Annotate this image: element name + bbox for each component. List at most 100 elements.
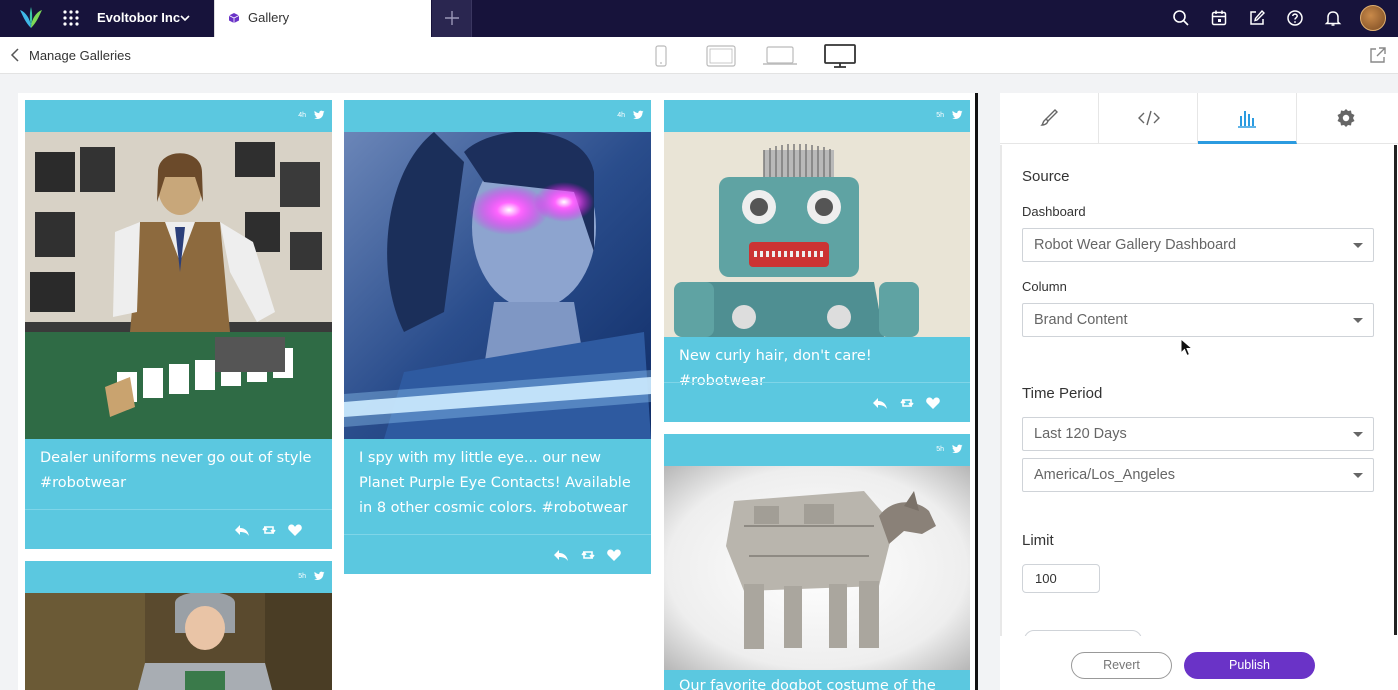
caret-down-icon	[1353, 243, 1363, 248]
tab-style[interactable]	[1000, 93, 1099, 144]
gallery-editor-header: Manage Galleries	[0, 37, 1398, 74]
tab-embed-code[interactable]	[1099, 93, 1198, 144]
retweet-icon[interactable]	[261, 522, 277, 538]
reply-icon[interactable]	[872, 395, 888, 411]
revert-button[interactable]: Revert	[1071, 652, 1172, 679]
card-image-dogbot[interactable]	[664, 466, 970, 670]
like-heart-icon[interactable]	[287, 522, 303, 538]
calendar-icon[interactable]	[1210, 9, 1228, 27]
like-heart-icon[interactable]	[925, 395, 941, 411]
avatar[interactable]	[1360, 5, 1386, 31]
card-header: 4h	[25, 100, 332, 132]
post-text: New curly hair, don't care! #robotwear	[679, 348, 872, 389]
caret-down-icon	[1353, 432, 1363, 437]
dashboard-select[interactable]: Robot Wear Gallery Dashboard	[1022, 228, 1374, 262]
logo-icon[interactable]	[18, 6, 44, 30]
card-header: 5h	[25, 561, 332, 593]
brush-icon	[1040, 109, 1058, 126]
card-header: 4h	[344, 100, 651, 132]
gallery-card[interactable]: 4h	[344, 100, 651, 574]
time-period-value: Last 120 Days	[1034, 426, 1127, 442]
canvas-edge-divider	[975, 93, 978, 690]
manage-galleries-link[interactable]: Manage Galleries	[29, 48, 131, 63]
post-time: 5h	[936, 112, 944, 119]
card-header: 5h	[664, 434, 970, 466]
card-divider	[664, 382, 970, 383]
plus-icon	[445, 11, 459, 25]
column-select[interactable]: Brand Content	[1022, 303, 1374, 337]
reply-icon[interactable]	[553, 547, 569, 563]
post-time: 5h	[936, 446, 944, 453]
post-text: I spy with my little eye... our new Plan…	[359, 450, 631, 516]
phone-preview-icon[interactable]	[654, 45, 668, 67]
post-time: 4h	[617, 112, 625, 119]
card-header: 5h	[664, 100, 970, 132]
gallery-cube-icon	[228, 13, 240, 23]
chevron-down-icon[interactable]	[180, 13, 190, 23]
card-divider	[344, 534, 651, 535]
chart-bars-icon	[1238, 111, 1256, 128]
limit-input[interactable]	[1022, 564, 1100, 593]
card-image-child-robot[interactable]	[25, 593, 332, 690]
panel-footer: Revert Publish	[1000, 636, 1398, 690]
post-time: 4h	[298, 112, 306, 119]
card-actions	[234, 522, 306, 538]
casino-dealer-photo	[25, 132, 332, 439]
tab-source[interactable]	[1198, 93, 1297, 144]
code-icon	[1138, 110, 1160, 126]
card-actions	[553, 547, 625, 563]
search-icon[interactable]	[1172, 9, 1190, 27]
column-label: Column	[1022, 279, 1067, 294]
panel-scrollbar[interactable]	[1394, 145, 1397, 635]
help-icon[interactable]	[1286, 9, 1304, 27]
column-value: Brand Content	[1034, 312, 1128, 328]
limit-title: Limit	[1022, 532, 1054, 549]
retweet-icon[interactable]	[899, 395, 915, 411]
settings-panel: Source Dashboard Robot Wear Gallery Dash…	[1000, 93, 1398, 690]
child-robot-costume-photo	[25, 593, 332, 690]
dashboard-value: Robot Wear Gallery Dashboard	[1034, 237, 1237, 253]
retweet-icon[interactable]	[580, 547, 596, 563]
time-period-select[interactable]: Last 120 Days	[1022, 417, 1374, 451]
timezone-value: America/Los_Angeles	[1034, 467, 1176, 483]
open-external-icon[interactable]	[1368, 46, 1387, 65]
back-chevron-icon[interactable]	[10, 48, 22, 62]
card-actions	[872, 395, 944, 411]
twitter-icon	[314, 571, 325, 580]
dog-costume-photo	[664, 466, 970, 670]
top-navigation-bar: Evoltobor Inc Gallery	[0, 0, 1398, 37]
purple-eye-contacts-photo	[344, 132, 651, 439]
tab-settings[interactable]	[1297, 93, 1398, 144]
post-time: 5h	[298, 573, 306, 580]
gallery-card[interactable]: 5h	[25, 561, 332, 690]
apps-grid-icon[interactable]	[62, 9, 80, 27]
caret-down-icon	[1353, 318, 1363, 323]
add-tab-button[interactable]	[432, 0, 472, 37]
caret-down-icon	[1353, 473, 1363, 478]
tablet-preview-icon[interactable]	[705, 45, 737, 67]
gallery-card[interactable]: 5h New curly hair, don't care! #robotwea…	[664, 100, 970, 422]
gear-icon	[1337, 109, 1355, 127]
desktop-preview-icon[interactable]	[823, 43, 857, 69]
tab-label: Gallery	[248, 10, 290, 25]
gallery-card[interactable]: 4h	[25, 100, 332, 549]
card-image-toy-robot[interactable]	[664, 132, 970, 337]
publish-button[interactable]: Publish	[1184, 652, 1315, 679]
card-image-dealer-robot[interactable]	[25, 132, 332, 439]
source-section-title: Source	[1022, 168, 1070, 185]
timezone-select[interactable]: America/Los_Angeles	[1022, 458, 1374, 492]
twitter-icon	[633, 110, 644, 119]
compose-icon[interactable]	[1248, 9, 1266, 27]
time-period-title: Time Period	[1022, 385, 1103, 402]
dashboard-label: Dashboard	[1022, 204, 1086, 219]
laptop-preview-icon[interactable]	[762, 45, 798, 67]
gallery-card[interactable]: 5h Our favorite dogbot costume of the	[664, 434, 970, 690]
tin-robot-photo	[664, 132, 970, 337]
reply-icon[interactable]	[234, 522, 250, 538]
source-settings-form: Source Dashboard Robot Wear Gallery Dash…	[1000, 145, 1398, 636]
bell-icon[interactable]	[1324, 9, 1342, 27]
like-heart-icon[interactable]	[606, 547, 622, 563]
tab-gallery[interactable]: Gallery	[214, 0, 431, 37]
card-image-purple-eyes[interactable]	[344, 132, 651, 439]
organization-name[interactable]: Evoltobor Inc	[97, 10, 180, 25]
